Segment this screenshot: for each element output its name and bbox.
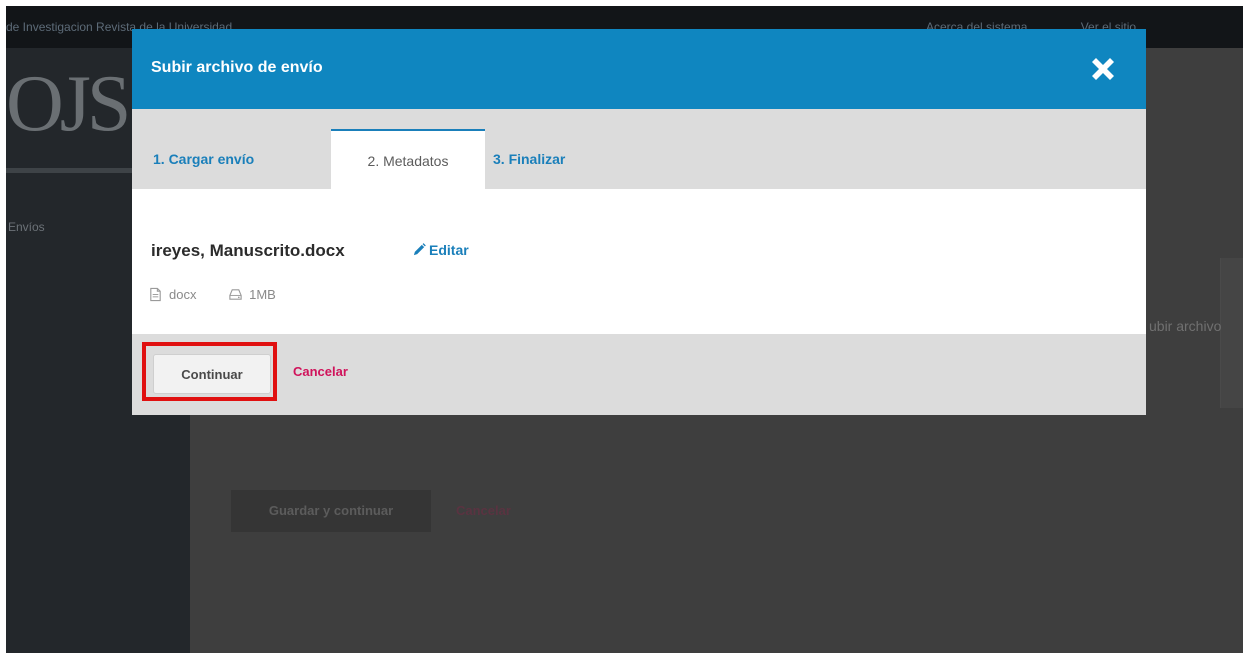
ojs-logo: OJS bbox=[6, 60, 131, 148]
continue-button[interactable]: Continuar bbox=[153, 354, 271, 394]
close-icon[interactable] bbox=[1085, 51, 1121, 87]
background-cancel-link[interactable]: Cancelar bbox=[456, 490, 511, 532]
save-continue-button[interactable]: Guardar y continuar bbox=[231, 490, 431, 532]
upload-panel bbox=[1220, 258, 1243, 408]
edit-label: Editar bbox=[429, 242, 469, 258]
pencil-icon bbox=[413, 243, 426, 256]
file-size: 1MB bbox=[249, 287, 276, 302]
file-row: ireyes, Manuscrito.docx Editar bbox=[151, 241, 469, 261]
edit-link[interactable]: Editar bbox=[413, 242, 469, 258]
file-name: ireyes, Manuscrito.docx bbox=[151, 241, 345, 260]
tab-metadata[interactable]: 2. Metadatos bbox=[331, 129, 485, 190]
tab-finish[interactable]: 3. Finalizar bbox=[493, 129, 613, 190]
upload-panel-label: ubir archivo bbox=[1149, 318, 1222, 334]
file-meta: docx 1MB bbox=[148, 287, 276, 302]
upload-modal: Subir archivo de envío 1. Cargar envío 2… bbox=[132, 29, 1146, 415]
hdd-icon bbox=[228, 287, 243, 302]
cancel-link[interactable]: Cancelar bbox=[293, 364, 348, 379]
file-type: docx bbox=[169, 287, 197, 302]
modal-header: Subir archivo de envío bbox=[132, 29, 1146, 109]
sidebar-item-submissions[interactable]: Envíos bbox=[8, 220, 45, 234]
tab-upload[interactable]: 1. Cargar envío bbox=[153, 129, 323, 190]
step-tabs: 1. Cargar envío 2. Metadatos 3. Finaliza… bbox=[132, 109, 1146, 190]
modal-title: Subir archivo de envío bbox=[151, 59, 323, 76]
modal-footer: Continuar Cancelar bbox=[132, 334, 1146, 415]
file-icon bbox=[148, 287, 163, 302]
